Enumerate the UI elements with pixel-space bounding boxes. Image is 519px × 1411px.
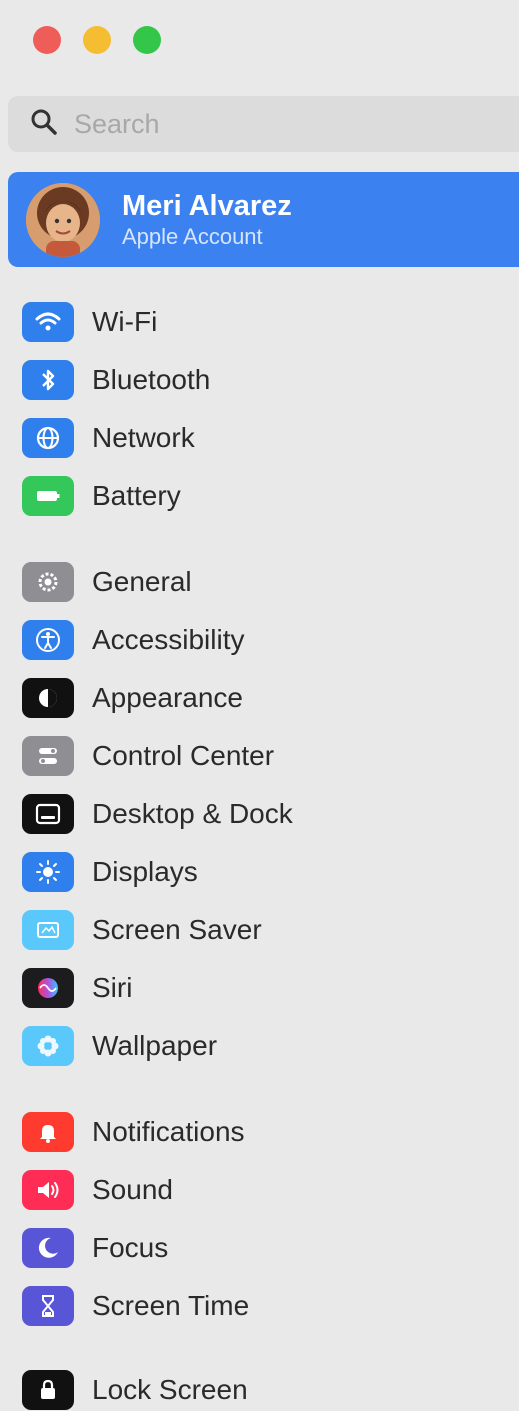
lock-icon — [22, 1370, 74, 1410]
gear-icon — [22, 562, 74, 602]
sidebar-item-label: Focus — [92, 1232, 169, 1263]
wifi-icon — [22, 302, 74, 342]
sidebar-item-displays[interactable]: Displays — [22, 852, 502, 892]
sidebar-item-lock-screen[interactable]: Lock Screen — [22, 1370, 502, 1410]
account-subtitle: Apple Account — [122, 223, 263, 249]
search-icon — [30, 108, 58, 141]
sidebar-item-label: Lock Screen — [92, 1374, 248, 1405]
sidebar-item-control-center[interactable]: Control Center — [22, 736, 502, 776]
close-button[interactable] — [33, 26, 61, 54]
sidebar-item-wallpaper[interactable]: Wallpaper — [22, 1026, 502, 1066]
sidebar-item-label: Screen Saver — [92, 914, 262, 945]
appearance-icon — [22, 678, 74, 718]
sidebar-item-battery[interactable]: Battery — [22, 476, 502, 516]
sidebar-item-label: Siri — [92, 972, 133, 1003]
search-field[interactable] — [8, 96, 519, 152]
account-name: Meri Alvarez — [122, 189, 292, 222]
sidebar-item-siri[interactable]: Siri — [22, 968, 502, 1008]
sidebar-item-appearance[interactable]: Appearance — [22, 678, 502, 718]
accessibility-icon — [22, 620, 74, 660]
sidebar-item-label: Control Center — [92, 740, 275, 771]
control-center-icon — [22, 736, 74, 776]
sidebar-item-label: Wallpaper — [92, 1030, 218, 1061]
sidebar-item-general[interactable]: General — [22, 562, 502, 602]
wallpaper-icon — [22, 1026, 74, 1066]
hourglass-icon — [22, 1286, 74, 1326]
sidebar-item-focus[interactable]: Focus — [22, 1228, 502, 1268]
sidebar-item-label: Accessibility — [92, 624, 245, 655]
sidebar-item-label: General — [92, 566, 192, 597]
search-input[interactable] — [74, 108, 454, 140]
sun-icon — [22, 852, 74, 892]
sidebar-item-label: Bluetooth — [92, 364, 211, 395]
apple-account-item[interactable]: Meri Alvarez Apple Account — [8, 172, 519, 267]
speaker-icon — [22, 1170, 74, 1210]
bluetooth-icon — [22, 360, 74, 400]
sidebar-item-label: Wi-Fi — [92, 306, 158, 337]
sidebar-item-notifications[interactable]: Notifications — [22, 1112, 502, 1152]
bell-icon — [22, 1112, 74, 1152]
sidebar-item-label: Appearance — [92, 682, 244, 713]
sidebar-item-label: Desktop & Dock — [92, 798, 293, 829]
sidebar-item-bluetooth[interactable]: Bluetooth — [22, 360, 502, 400]
sidebar-item-label: Sound — [92, 1174, 173, 1205]
globe-icon — [22, 418, 74, 458]
window-controls — [33, 26, 161, 54]
sidebar-item-label: Network — [92, 422, 195, 453]
sidebar-item-label: Screen Time — [92, 1290, 250, 1321]
dock-icon — [22, 794, 74, 834]
screen-saver-icon — [22, 910, 74, 950]
avatar — [26, 182, 100, 257]
sidebar-item-wifi[interactable]: Wi-Fi — [22, 302, 502, 342]
sidebar-item-sound[interactable]: Sound — [22, 1170, 502, 1210]
sidebar-item-screen-time[interactable]: Screen Time — [22, 1286, 502, 1326]
battery-icon — [22, 476, 74, 516]
sidebar-item-desktop-dock[interactable]: Desktop & Dock — [22, 794, 502, 834]
sidebar-item-accessibility[interactable]: Accessibility — [22, 620, 502, 660]
moon-icon — [22, 1228, 74, 1268]
sidebar-item-network[interactable]: Network — [22, 418, 502, 458]
sidebar-item-label: Battery — [92, 480, 181, 511]
siri-icon — [22, 968, 74, 1008]
minimize-button[interactable] — [83, 26, 111, 54]
zoom-button[interactable] — [133, 26, 161, 54]
sidebar-item-label: Displays — [92, 856, 198, 887]
sidebar-item-label: Notifications — [92, 1116, 245, 1147]
sidebar-item-screen-saver[interactable]: Screen Saver — [22, 910, 502, 950]
